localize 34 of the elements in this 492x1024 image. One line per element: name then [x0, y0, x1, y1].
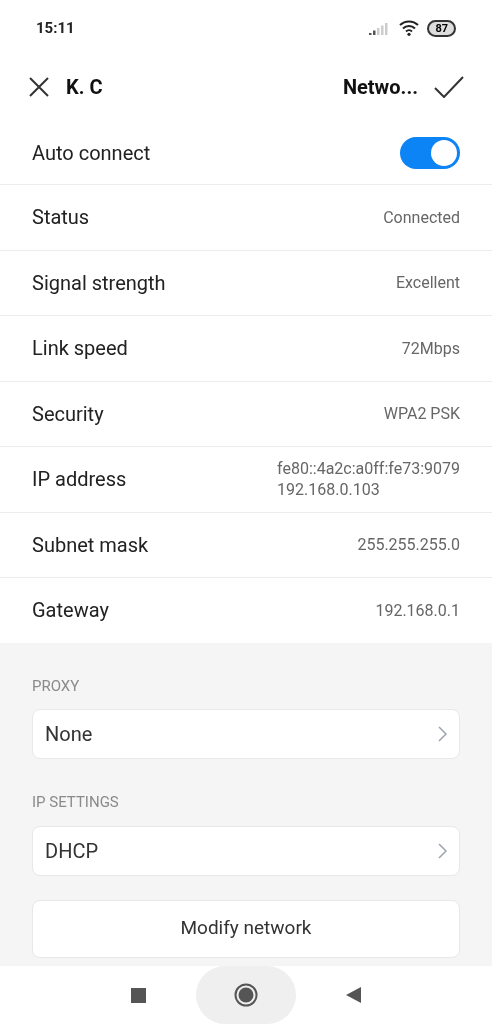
close-icon[interactable]	[28, 76, 50, 98]
back-icon[interactable]	[346, 987, 361, 1003]
status-time: 15:11	[36, 17, 75, 39]
header-title: K. C	[66, 74, 103, 101]
setting-value: Excellent	[395, 272, 460, 294]
home-icon	[234, 983, 258, 1007]
setting-label: Link speed	[32, 335, 128, 363]
setting-label: Security	[32, 400, 104, 428]
chevron-right-icon	[438, 726, 447, 742]
setting-value: 72Mbps	[401, 337, 460, 359]
setting-label: Signal strength	[32, 269, 166, 297]
wifi-icon	[399, 20, 420, 36]
section-heading: PROXY	[31, 675, 81, 697]
toggle-switch[interactable]	[400, 137, 460, 169]
setting-label: Gateway	[32, 597, 109, 625]
battery-icon: 87	[427, 19, 456, 37]
setting-label: Auto connect	[32, 140, 151, 167]
setting-label: IP address	[32, 466, 127, 494]
setting-value: 255.255.255.0	[357, 534, 460, 556]
setting-value: 192.168.0.1	[375, 599, 460, 621]
setting-label: Status	[32, 204, 90, 232]
select-field[interactable]: None	[32, 709, 460, 759]
select-field[interactable]: DHCP	[32, 825, 460, 876]
chevron-right-icon	[438, 842, 447, 859]
setting-value: 192.168.0.103	[277, 479, 380, 501]
setting-value: WPA2 PSK	[383, 403, 460, 425]
section-heading: IP SETTINGS	[31, 792, 120, 813]
setting-value: fe80::4a2c:a0ff:fe73:9079	[277, 458, 460, 480]
recents-icon[interactable]	[131, 987, 146, 1003]
setting-label: Subnet mask	[32, 531, 149, 559]
check-icon[interactable]	[434, 76, 464, 98]
header-title: Netwo...	[342, 74, 418, 101]
setting-value: Connected	[383, 206, 460, 228]
modify-network-button[interactable]: Modify network	[32, 899, 460, 958]
